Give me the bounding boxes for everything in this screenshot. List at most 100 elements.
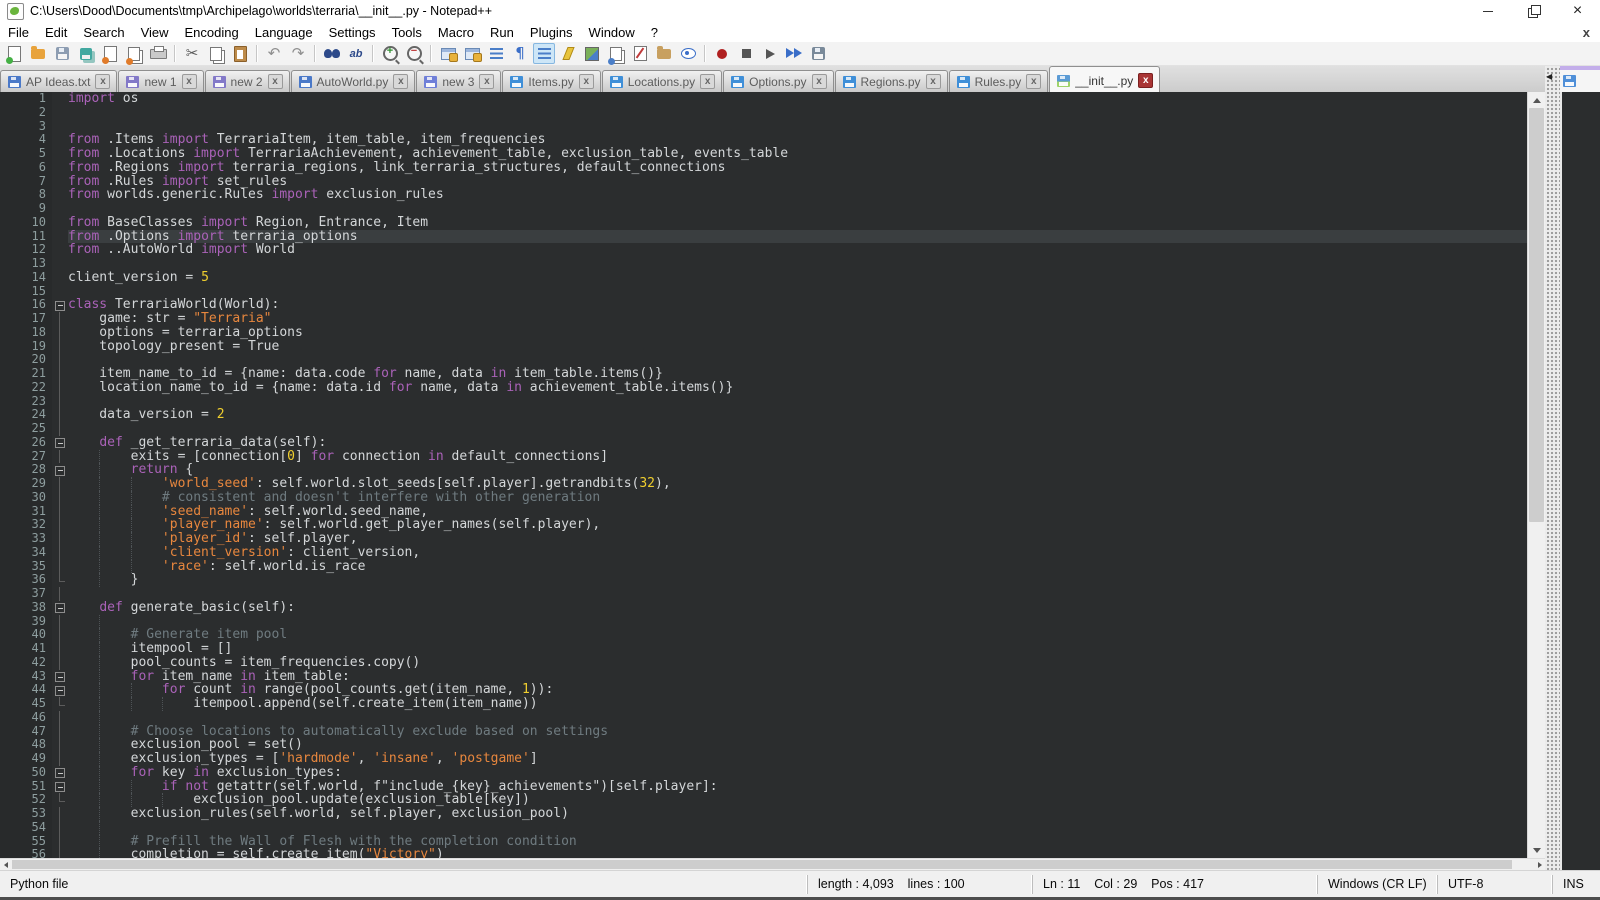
fold-collapse-icon[interactable] [55,672,65,682]
horizontal-scrollbar[interactable] [0,858,1545,870]
code-text[interactable]: from .Options import terraria_options [68,230,1527,244]
code-text[interactable]: itempool.append(self.create_item(item_na… [68,697,1527,711]
code-text[interactable] [68,120,1527,134]
menu-item-help[interactable]: ? [643,23,666,42]
scroll-down-arrow[interactable] [1528,842,1545,858]
code-line[interactable]: 13 [0,257,1527,271]
code-line[interactable]: 23 [0,395,1527,409]
code-line[interactable]: 25 [0,422,1527,436]
vertical-scrollbar[interactable] [1527,92,1545,858]
fold-collapse-icon[interactable] [55,466,65,476]
code-line[interactable]: 3 [0,120,1527,134]
code-line[interactable]: 54 [0,821,1527,835]
code-text[interactable] [68,395,1527,409]
code-line[interactable]: 21 item_name_to_id = {name: data.code fo… [0,367,1527,381]
code-text[interactable]: 'race': self.world.is_race [68,560,1527,574]
code-line[interactable]: 30 # consistent and doesn't interfere wi… [0,491,1527,505]
code-line[interactable]: 16class TerrariaWorld(World): [0,298,1527,312]
code-line[interactable]: 51 if not getattr(self.world, f"include_… [0,780,1527,794]
menu-item-macro[interactable]: Macro [430,23,482,42]
menu-item-view[interactable]: View [133,23,177,42]
code-text[interactable] [68,711,1527,725]
fold-margin[interactable] [52,601,68,615]
user-defined-language-icon[interactable] [557,43,579,64]
status-eol-format[interactable]: Windows (CR LF) [1317,875,1437,894]
code-text[interactable]: 'player_id': self.player, [68,532,1527,546]
code-text[interactable]: for item_name in item_table: [68,670,1527,684]
tab-close-icon[interactable]: x [1026,74,1041,89]
code-line[interactable]: 45 itempool.append(self.create_item(item… [0,697,1527,711]
menu-item-tools[interactable]: Tools [384,23,430,42]
word-wrap-icon[interactable] [485,43,507,64]
code-line[interactable]: 17 game: str = "Terraria" [0,312,1527,326]
tab--init-py[interactable]: __init__.pyx [1049,66,1160,92]
code-text[interactable]: exits = [connection[0] for connection in… [68,450,1527,464]
code-text[interactable]: for count in range(pool_counts.get(item_… [68,683,1527,697]
sync-horizontal-scroll-icon[interactable] [461,43,483,64]
code-text[interactable]: from .Regions import terraria_regions, l… [68,161,1527,175]
code-text[interactable]: exclusion_pool.update(exclusion_table[ke… [68,793,1527,807]
code-text[interactable]: import os [68,92,1527,106]
macro-record-icon[interactable] [711,43,733,64]
code-line[interactable]: 49 exclusion_types = ['hardmode', 'insan… [0,752,1527,766]
open-file-icon[interactable] [27,43,49,64]
minimize-button[interactable] [1465,0,1510,22]
code-line[interactable]: 55 # Prefill the Wall of Flesh with the … [0,835,1527,849]
code-text[interactable]: # consistent and doesn't interfere with … [68,491,1527,505]
code-text[interactable]: return { [68,463,1527,477]
tab-close-icon[interactable]: x [479,74,494,89]
code-text[interactable]: pool_counts = item_frequencies.copy() [68,656,1527,670]
code-editor[interactable]: 1import os234from .Items import Terraria… [0,92,1527,858]
document-map-icon[interactable] [581,43,603,64]
menu-item-encoding[interactable]: Encoding [177,23,247,42]
monitoring-icon[interactable] [677,43,699,64]
code-text[interactable]: # Generate item pool [68,628,1527,642]
tab-close-icon[interactable]: x [95,74,110,89]
code-line[interactable]: 18 options = terraria_options [0,326,1527,340]
function-list-icon[interactable] [629,43,651,64]
code-line[interactable]: 7from .Rules import set_rules [0,175,1527,189]
save-all-icon[interactable] [75,43,97,64]
redo-icon[interactable]: ↷ [287,43,309,64]
code-text[interactable]: from .Items import TerrariaItem, item_ta… [68,133,1527,147]
code-text[interactable]: game: str = "Terraria" [68,312,1527,326]
print-icon[interactable] [147,43,169,64]
code-line[interactable]: 34 'client_version': client_version, [0,546,1527,560]
code-line[interactable]: 33 'player_id': self.player, [0,532,1527,546]
code-text[interactable]: from .Locations import TerrariaAchieveme… [68,147,1527,161]
menu-item-search[interactable]: Search [75,23,132,42]
menu-close-document-icon[interactable]: x [1583,22,1590,42]
fold-margin[interactable] [52,766,68,780]
cut-icon[interactable]: ✂ [181,43,203,64]
tab-close-icon[interactable]: x [393,74,408,89]
code-line[interactable]: 2 [0,106,1527,120]
tab-close-icon[interactable]: x [1138,73,1153,88]
copy-icon[interactable] [205,43,227,64]
code-line[interactable]: 42 pool_counts = item_frequencies.copy() [0,656,1527,670]
code-text[interactable]: # Choose locations to automatically excl… [68,725,1527,739]
find-icon[interactable] [321,43,343,64]
code-line[interactable]: 56 completion = self.create_item("Victor… [0,848,1527,858]
code-text[interactable]: location_name_to_id = {name: data.id for… [68,381,1527,395]
fold-collapse-icon[interactable] [55,438,65,448]
code-line[interactable]: 24 data_version = 2 [0,408,1527,422]
code-text[interactable]: from worlds.generic.Rules import exclusi… [68,188,1527,202]
restore-button[interactable] [1510,0,1555,22]
code-line[interactable]: 36 } [0,573,1527,587]
code-line[interactable]: 53 exclusion_rules(self.world, self.play… [0,807,1527,821]
code-text[interactable]: from ..AutoWorld import World [68,243,1527,257]
code-line[interactable]: 29 'world_seed': self.world.slot_seeds[s… [0,477,1527,491]
code-text[interactable]: def _get_terraria_data(self): [68,436,1527,450]
code-text[interactable]: from BaseClasses import Region, Entrance… [68,216,1527,230]
code-line[interactable]: 35 'race': self.world.is_race [0,560,1527,574]
tab-options-py[interactable]: Options.pyx [723,70,833,92]
code-text[interactable]: exclusion_pool = set() [68,738,1527,752]
tab-new-2[interactable]: new 2x [205,70,290,92]
horizontal-scrollbar-thumb[interactable] [12,860,1512,869]
macro-save-icon[interactable] [807,43,829,64]
code-line[interactable]: 38 def generate_basic(self): [0,601,1527,615]
zoom-in-icon[interactable]: + [379,43,401,64]
code-line[interactable]: 8from worlds.generic.Rules import exclus… [0,188,1527,202]
code-line[interactable]: 43 for item_name in item_table: [0,670,1527,684]
code-text[interactable] [68,202,1527,216]
